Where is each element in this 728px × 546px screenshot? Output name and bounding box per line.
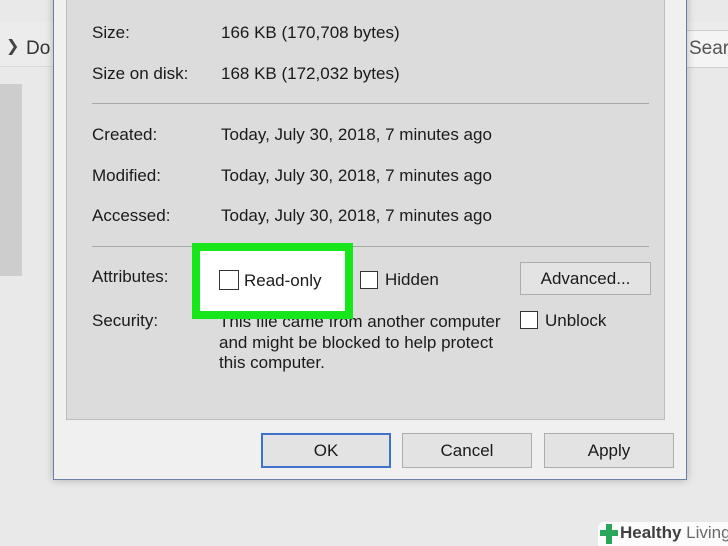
- size-on-disk-label: Size on disk:: [92, 64, 189, 83]
- size-value: 166 KB (170,708 bytes): [221, 23, 400, 42]
- divider: [92, 103, 649, 104]
- highlight-inner: Read-only: [200, 251, 345, 311]
- advanced-button[interactable]: Advanced...: [520, 262, 651, 295]
- hidden-checkbox[interactable]: [360, 271, 378, 289]
- security-label: Security:: [92, 311, 159, 330]
- security-description: This file came from another computer and…: [219, 312, 501, 372]
- modified-value: Today, July 30, 2018, 7 minutes ago: [221, 166, 492, 185]
- cancel-button[interactable]: Cancel: [402, 433, 532, 468]
- apply-button[interactable]: Apply: [544, 433, 674, 468]
- unblock-checkbox[interactable]: [520, 311, 538, 329]
- accessed-label: Accessed:: [92, 206, 171, 225]
- watermark-text: Healthy Living: [620, 523, 728, 543]
- ok-button[interactable]: OK: [261, 433, 391, 468]
- readonly-checkbox[interactable]: [219, 270, 239, 290]
- hidden-label[interactable]: Hidden: [385, 270, 439, 290]
- created-label: Created:: [92, 125, 158, 144]
- watermark-brand-2: Living: [681, 523, 728, 542]
- readonly-label[interactable]: Read-only: [244, 271, 322, 291]
- accessed-value: Today, July 30, 2018, 7 minutes ago: [221, 206, 492, 225]
- explorer-scrollbar[interactable]: [0, 84, 22, 276]
- modified-label: Modified:: [92, 166, 161, 185]
- attributes-label: Attributes:: [92, 267, 169, 286]
- divider: [92, 246, 649, 247]
- size-on-disk-value: 168 KB (172,032 bytes): [221, 64, 400, 83]
- cross-logo-icon: [600, 524, 618, 544]
- watermark-brand-1: Healthy: [620, 523, 682, 542]
- properties-dialog: Size: 166 KB (170,708 bytes) Size on dis…: [53, 0, 687, 480]
- size-label: Size:: [92, 23, 130, 42]
- readonly-highlight-box: Read-only: [192, 243, 353, 319]
- created-value: Today, July 30, 2018, 7 minutes ago: [221, 125, 492, 144]
- address-path[interactable]: Do: [26, 38, 50, 60]
- search-placeholder[interactable]: Searc: [689, 38, 728, 60]
- unblock-label[interactable]: Unblock: [545, 311, 606, 331]
- chevron-right-icon[interactable]: ❯: [6, 36, 19, 56]
- healthy-living-watermark: Healthy Living: [598, 522, 728, 546]
